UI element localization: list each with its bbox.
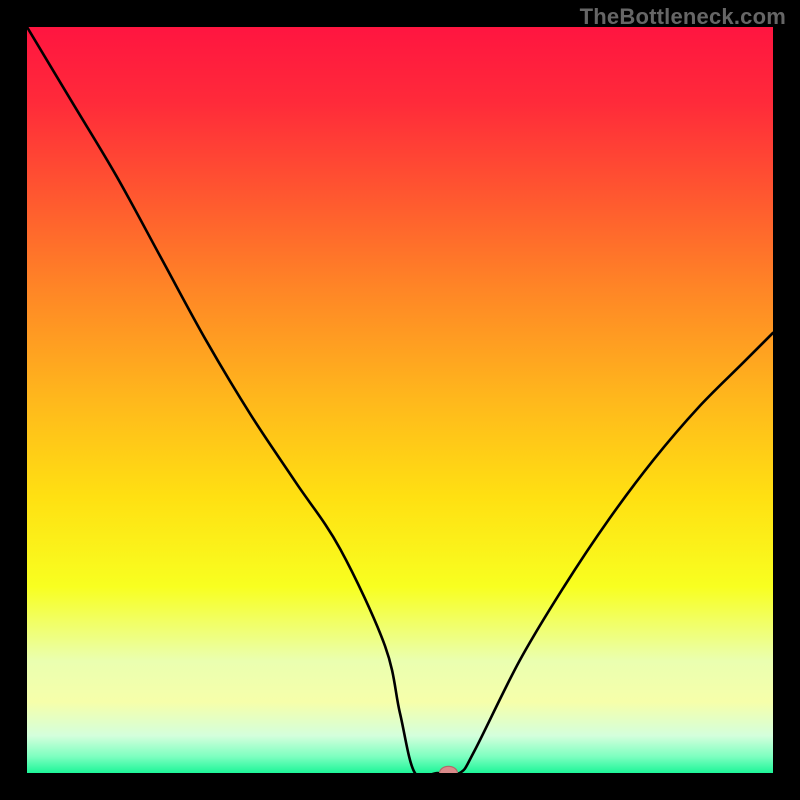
chart-frame: TheBottleneck.com: [0, 0, 800, 800]
gradient-background: [27, 27, 773, 773]
plot-viewport: [27, 27, 773, 773]
watermark-text: TheBottleneck.com: [580, 4, 786, 30]
bottleneck-chart: [27, 27, 773, 773]
